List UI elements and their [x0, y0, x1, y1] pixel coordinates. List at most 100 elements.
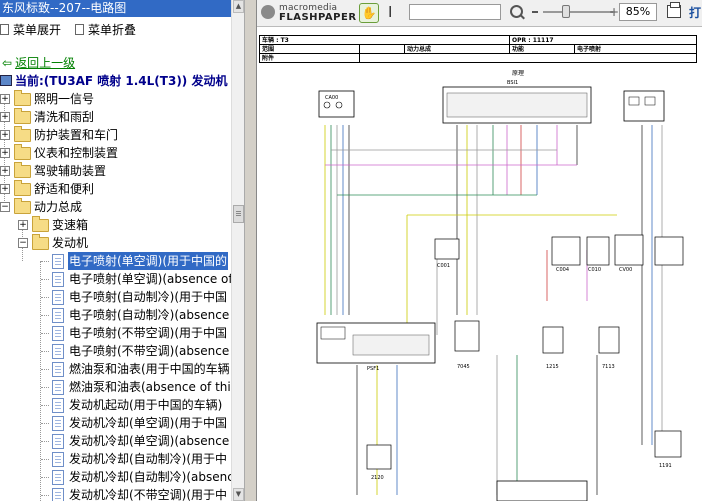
document-icon — [52, 254, 64, 269]
document-header-table: 车辆 : T3 OPR : 11117 范围 动力总成 功能 电子喷射 附件 — [259, 35, 697, 63]
bsi1-label: BSI1 — [507, 80, 518, 86]
relay-7045-box — [454, 320, 480, 352]
cv00-box — [614, 234, 644, 266]
wiring-diagram: 原理 BSI1 CA00 C001 C004 C010 CV00 PSF1 70… — [316, 70, 684, 501]
zoom-slider[interactable] — [543, 11, 613, 13]
expand-toggle-icon[interactable]: + — [0, 94, 10, 104]
scope-cell: 范围 — [259, 44, 360, 54]
psf1-sub — [320, 326, 346, 340]
folder-open-icon — [32, 234, 49, 250]
document-icon — [52, 272, 64, 287]
right-mid-box — [654, 236, 684, 266]
viewer-panel: macromedia FLASHPAPER ✋ I + 85% 打 车辆 : T… — [257, 0, 702, 501]
scroll-down-icon[interactable]: ▼ — [233, 488, 244, 501]
function-cell: 功能 — [509, 44, 575, 54]
comp-2120-label: 2120 — [371, 475, 384, 481]
panel-splitter[interactable] — [244, 0, 257, 501]
folder-icon — [14, 108, 31, 124]
document-page: 车辆 : T3 OPR : 11117 范围 动力总成 功能 电子喷射 附件 原… — [257, 27, 702, 501]
tree-line — [41, 387, 49, 388]
document-icon — [52, 398, 64, 413]
expand-toggle-icon[interactable]: + — [0, 112, 10, 122]
document-icon — [52, 488, 64, 501]
psf1-label: PSF1 — [367, 366, 379, 372]
c001-box — [434, 238, 460, 260]
expand-toggle-icon[interactable]: + — [0, 148, 10, 158]
tree-line — [41, 477, 49, 478]
comp-1191-box — [654, 430, 682, 458]
document-icon — [52, 344, 64, 359]
folder-icon — [14, 90, 31, 106]
scroll-up-icon[interactable]: ▲ — [233, 0, 244, 13]
folder-icon — [14, 126, 31, 142]
collapse-menu-button[interactable]: 菜单折叠 — [75, 21, 136, 38]
document-icon — [52, 416, 64, 431]
c004-label: C004 — [556, 267, 569, 273]
viewer-toolbar: macromedia FLASHPAPER ✋ I + 85% 打 — [257, 0, 702, 27]
tree-line — [41, 333, 49, 334]
blank-cell — [359, 44, 405, 54]
computer-icon — [0, 75, 12, 86]
tree-line — [41, 459, 49, 460]
comp-7113-label: 7113 — [602, 364, 615, 370]
accessory-cell: 附件 — [259, 53, 360, 63]
collapse-toggle-icon[interactable]: − — [18, 238, 28, 248]
expand-menu-button[interactable]: 菜单展开 — [0, 21, 61, 38]
zoom-slider-thumb[interactable] — [562, 5, 570, 18]
expand-toggle-icon[interactable]: + — [0, 130, 10, 140]
comp-2120-box — [366, 444, 392, 470]
c001-label: C001 — [437, 263, 450, 269]
search-input[interactable] — [409, 4, 501, 20]
folder-open-icon — [14, 198, 31, 214]
window-title: 东风标致--207--电路图 — [0, 0, 244, 17]
c010-label: C010 — [588, 267, 601, 273]
document-icon — [52, 308, 64, 323]
cv00-label: CV00 — [619, 267, 632, 273]
top-right-sub1 — [628, 96, 640, 106]
collapse-icon — [75, 24, 85, 35]
accessory-value-cell — [359, 53, 697, 63]
expand-toggle-icon[interactable]: + — [18, 220, 28, 230]
zoom-in-icon[interactable]: + — [609, 6, 619, 18]
hand-tool-icon[interactable]: ✋ — [359, 3, 379, 23]
zoom-out-icon[interactable] — [532, 11, 538, 13]
comp-1191-label: 1191 — [659, 463, 672, 469]
relay-7045-label: 7045 — [457, 364, 470, 370]
left-panel: 菜单展开 菜单折叠 ⇦ 返回上一级 当前:(TU3AF 喷射 1.4L(T3)) 发… — [0, 17, 231, 501]
document-icon — [52, 434, 64, 449]
folder-icon — [32, 216, 49, 232]
macromedia-logo-icon — [261, 5, 275, 19]
zoom-level[interactable]: 85% — [619, 3, 657, 21]
tree-line — [41, 279, 49, 280]
back-link[interactable]: ⇦ 返回上一级 — [2, 54, 75, 71]
print-icon[interactable] — [667, 2, 681, 18]
tree-line — [41, 423, 49, 424]
vehicle-cell: 车辆 : T3 — [259, 35, 510, 45]
expand-toggle-icon[interactable]: + — [0, 166, 10, 176]
top-right-module — [623, 90, 665, 122]
tree-line — [41, 405, 49, 406]
comp-7113-box — [598, 326, 620, 354]
diagram-title: 原理 — [512, 70, 524, 77]
ecu-box — [496, 480, 588, 501]
document-icon — [52, 380, 64, 395]
tree-line — [41, 495, 49, 496]
folder-icon — [14, 180, 31, 196]
expand-toggle-icon[interactable]: + — [0, 184, 10, 194]
folder-icon — [14, 144, 31, 160]
c004-box — [551, 236, 581, 266]
wire-bundle — [324, 125, 663, 495]
folder-icon — [14, 162, 31, 178]
print-label[interactable]: 打 — [689, 4, 701, 21]
function-value-cell: 电子喷射 — [574, 44, 697, 54]
search-icon[interactable] — [510, 5, 523, 18]
opr-cell: OPR : 11117 — [509, 35, 697, 45]
scroll-thumb[interactable] — [233, 205, 244, 223]
collapse-toggle-icon[interactable]: − — [0, 202, 10, 212]
text-select-icon[interactable]: I — [388, 3, 392, 21]
tree-line — [41, 297, 49, 298]
back-arrow-icon: ⇦ — [2, 56, 13, 70]
psf1-fuses — [352, 334, 430, 356]
left-scrollbar[interactable]: ▲ ▼ — [231, 0, 245, 501]
document-icon — [52, 452, 64, 467]
